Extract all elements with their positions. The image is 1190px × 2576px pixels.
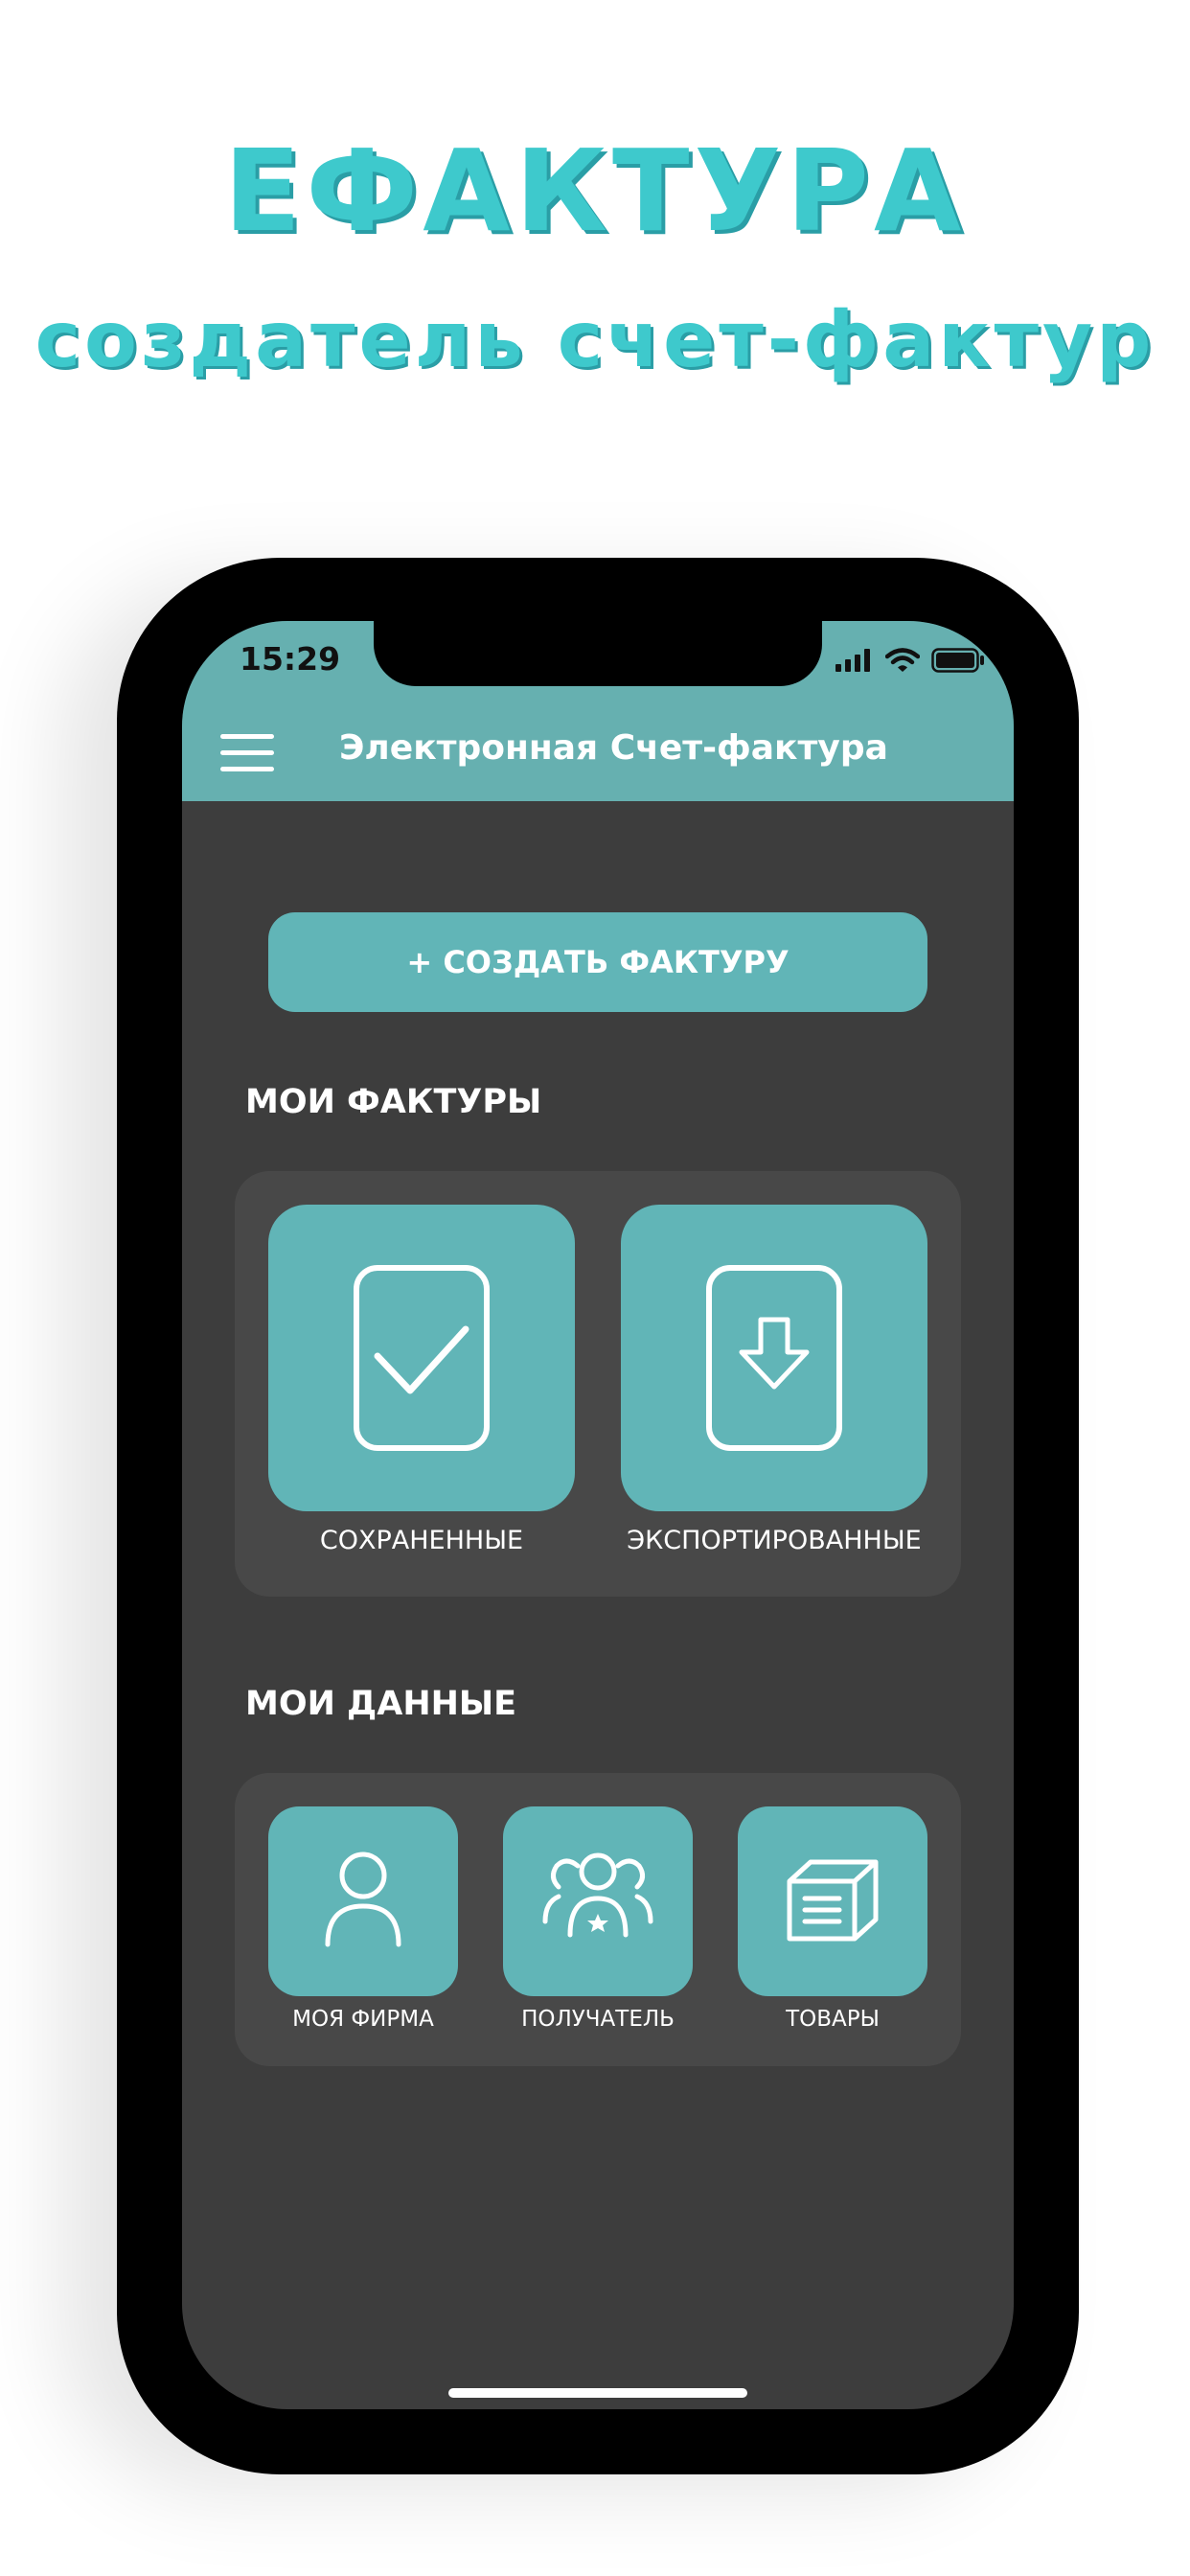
goods-label: ТОВАРЫ	[786, 2007, 880, 2032]
saved-check-icon	[354, 1265, 490, 1451]
recipient-button[interactable]	[503, 1806, 693, 1996]
phone-notch	[374, 621, 822, 686]
battery-icon	[931, 648, 984, 673]
signal-icon	[835, 649, 870, 672]
group-icon	[542, 1852, 653, 1938]
person-icon	[325, 1852, 401, 1947]
my-company-label: МОЯ ФИРМА	[292, 2007, 434, 2032]
promo-title: ЕФАКТУРА	[223, 125, 967, 257]
status-icons	[835, 648, 985, 673]
home-indicator[interactable]	[448, 2388, 747, 2398]
my-invoices-panel: СОХРАНЕННЫЕ ЭКСПОРТИРОВАННЫЕ	[235, 1171, 961, 1597]
saved-invoices-button[interactable]	[268, 1205, 575, 1511]
phone-frame: 15:29 Электронная Счет-фактура + СОЗДАТЬ…	[117, 558, 1079, 2474]
my-data-panel: МОЯ ФИРМА ПОЛУЧАТЕЛЬ ТОВАРЫ	[235, 1773, 961, 2066]
hamburger-icon[interactable]	[220, 734, 274, 772]
recipient-label: ПОЛУЧАТЕЛЬ	[521, 2007, 675, 2032]
create-invoice-button[interactable]: + СОЗДАТЬ ФАКТУРУ	[268, 912, 927, 1012]
exported-invoices-button[interactable]	[621, 1205, 927, 1511]
goods-button[interactable]	[738, 1806, 927, 1996]
saved-invoices-label: СОХРАНЕННЫЕ	[319, 1526, 524, 1555]
wifi-icon	[885, 648, 920, 672]
exported-invoices-label: ЭКСПОРТИРОВАННЫЕ	[627, 1526, 922, 1555]
promo-subtitle: создатель счет-фактур	[34, 295, 1156, 384]
export-download-icon	[706, 1265, 842, 1451]
app-screen: 15:29 Электронная Счет-фактура + СОЗДАТЬ…	[182, 621, 1014, 2409]
status-time: 15:29	[240, 640, 341, 678]
box-icon	[787, 1859, 879, 1942]
my-data-title: МОИ ДАННЫЕ	[245, 1685, 517, 1723]
my-invoices-title: МОИ ФАКТУРЫ	[245, 1083, 542, 1121]
my-company-button[interactable]	[268, 1806, 458, 1996]
header-title: Электронная Счет-фактура	[339, 728, 888, 768]
